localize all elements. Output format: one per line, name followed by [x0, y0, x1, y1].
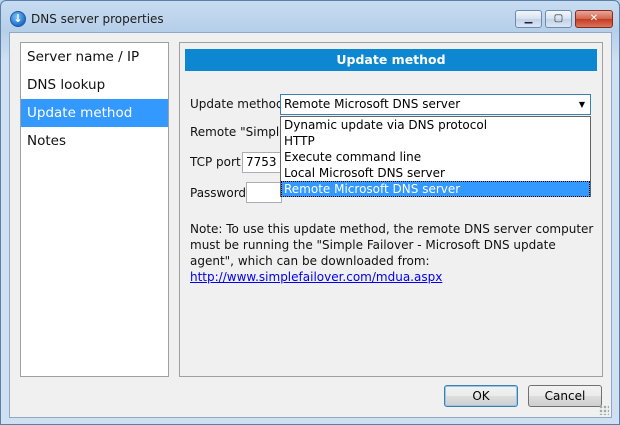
nav-item-update-method[interactable]: Update method: [21, 99, 168, 127]
note-body: Note: To use this update method, the rem…: [190, 222, 594, 268]
dropdown-option-command-line[interactable]: Execute command line: [281, 149, 590, 165]
dropdown-option-dns-protocol[interactable]: Dynamic update via DNS protocol: [281, 117, 590, 133]
password-input[interactable]: [246, 182, 282, 203]
dialog-window: ↓ DNS server properties ▁ ▢ ✕ Server nam…: [0, 0, 620, 425]
download-link[interactable]: http://www.simplefailover.com/mdua.aspx: [190, 270, 442, 284]
password-label: Password:: [190, 186, 251, 200]
remote-agent-label: Remote "Simple: [190, 125, 287, 139]
update-method-label: Update method:: [190, 97, 288, 111]
chevron-down-icon[interactable]: ▼: [579, 95, 585, 114]
ok-button[interactable]: OK: [444, 385, 518, 407]
update-method-select[interactable]: Remote Microsoft DNS server ▼: [280, 94, 591, 115]
minimize-button[interactable]: ▁: [515, 10, 542, 28]
update-method-panel: Update method Update method: Remote Micr…: [179, 42, 603, 377]
update-method-dropdown-list[interactable]: Dynamic update via DNS protocol HTTP Exe…: [280, 116, 591, 197]
category-list[interactable]: Server name / IP DNS lookup Update metho…: [20, 42, 169, 377]
tcp-port-label: TCP port:: [190, 155, 245, 169]
maximize-button[interactable]: ▢: [545, 10, 572, 28]
nav-item-server-name[interactable]: Server name / IP: [21, 43, 168, 71]
cancel-button[interactable]: Cancel: [528, 385, 602, 407]
tcp-port-input[interactable]: 7753: [242, 152, 282, 173]
resize-grip-icon[interactable]: [599, 405, 609, 415]
app-icon: ↓: [10, 11, 26, 27]
panel-header: Update method: [185, 49, 597, 71]
nav-item-notes[interactable]: Notes: [21, 127, 168, 155]
dropdown-option-local-ms-dns[interactable]: Local Microsoft DNS server: [281, 165, 590, 181]
dropdown-option-http[interactable]: HTTP: [281, 133, 590, 149]
close-button[interactable]: ✕: [575, 10, 613, 28]
note-text: Note: To use this update method, the rem…: [190, 221, 598, 285]
dialog-client-area: Server name / IP DNS lookup Update metho…: [9, 32, 612, 418]
update-method-selected-value: Remote Microsoft DNS server: [284, 97, 461, 111]
nav-item-dns-lookup[interactable]: DNS lookup: [21, 71, 168, 99]
title-bar[interactable]: ↓ DNS server properties ▁ ▢ ✕: [1, 1, 619, 31]
window-title: DNS server properties: [31, 12, 164, 26]
dropdown-option-remote-ms-dns[interactable]: Remote Microsoft DNS server: [281, 181, 590, 197]
